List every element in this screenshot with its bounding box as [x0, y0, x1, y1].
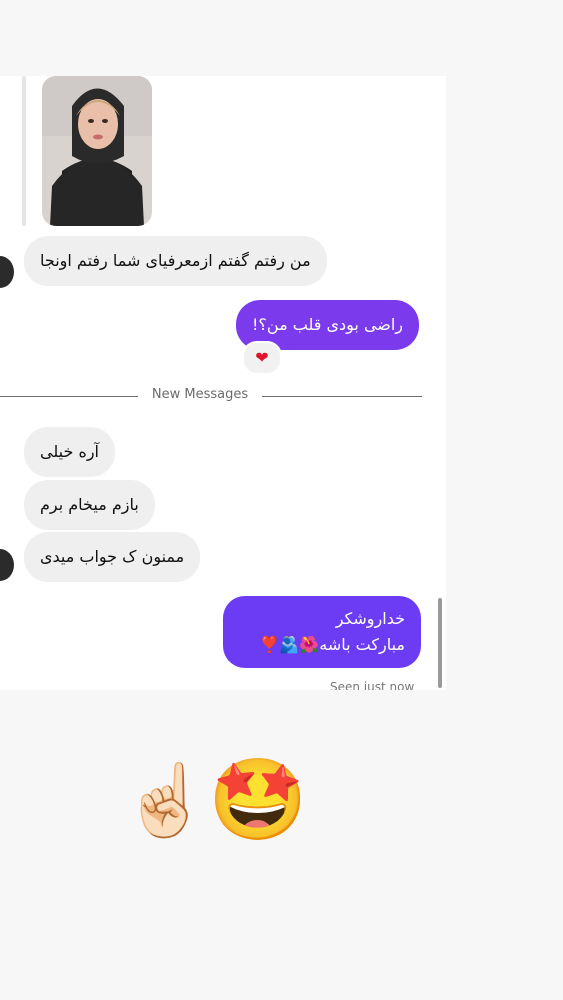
divider-line — [262, 396, 422, 397]
outgoing-message: خداروشکر مبارکت باشه🌺🫂❣️ — [223, 596, 421, 668]
avatar[interactable] — [0, 549, 14, 581]
incoming-message: بازم میخام برم — [24, 480, 155, 530]
message-text: راضی بودی قلب من؟! — [252, 315, 404, 334]
message-text: بازم میخام برم — [40, 495, 139, 514]
new-messages-divider: New Messages — [151, 387, 249, 402]
reply-bar — [22, 76, 26, 226]
incoming-message: آره خیلی — [24, 427, 115, 477]
message-text: آره خیلی — [40, 442, 99, 461]
divider-line — [0, 396, 138, 397]
heart-reaction-icon[interactable]: ❤ — [242, 341, 282, 375]
incoming-message: من رفتم گفتم ازمعرفیای شما رفتم اونجا — [24, 236, 327, 286]
chat-thread: من رفتم گفتم ازمعرفیای شما رفتم اونجا را… — [0, 76, 446, 690]
pointing-up-icon: ☝🏻 — [122, 759, 210, 841]
message-text: ممنون ک جواب میدی — [40, 547, 185, 566]
photo-image — [42, 76, 152, 226]
shared-photo[interactable] — [42, 76, 152, 226]
star-eyes-icon: 🤩 — [208, 753, 308, 846]
scrollbar[interactable] — [438, 598, 442, 688]
message-text: مبارکت باشه🌺🫂❣️ — [259, 635, 406, 654]
message-text: خداروشکر — [335, 609, 405, 628]
seen-status: Seen just now — [330, 680, 415, 690]
message-text: من رفتم گفتم ازمعرفیای شما رفتم اونجا — [40, 251, 311, 270]
incoming-message: ممنون ک جواب میدی — [24, 532, 201, 582]
avatar[interactable] — [0, 256, 14, 288]
